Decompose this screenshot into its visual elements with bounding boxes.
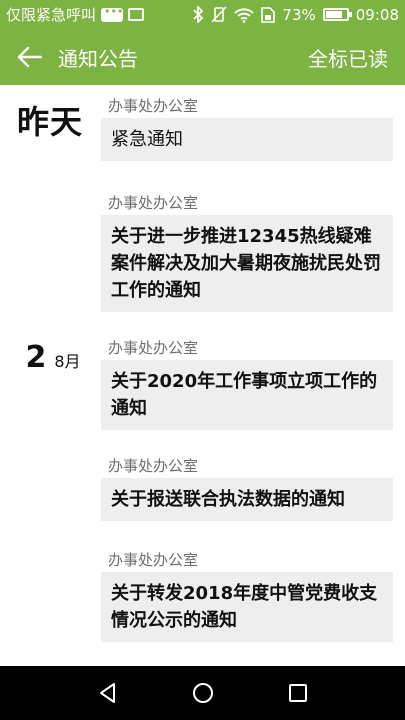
nav-back-button[interactable] — [88, 673, 128, 713]
back-button[interactable] — [0, 29, 58, 85]
group-label-date: 2 8月 — [0, 340, 100, 375]
notice-source: 办事处办公室 — [108, 194, 199, 212]
mark-all-read-button[interactable]: 全标已读 — [308, 43, 405, 72]
notice-source: 办事处办公室 — [108, 551, 199, 569]
list-item: 办事处办公室 紧急通知 — [101, 94, 393, 161]
vibrate-icon — [211, 6, 228, 23]
group-day: 2 — [25, 340, 47, 375]
status-time: 09:08 — [355, 5, 399, 24]
nav-recents-button[interactable] — [278, 673, 318, 713]
list-item: 办事处办公室 关于转发2018年度中管党费收支情况公示的通知 — [101, 548, 393, 642]
app-bar: 通知公告 全标已读 — [0, 29, 405, 85]
notice-card[interactable]: 关于进一步推进12345热线疑难案件解决及加大暑期夜施扰民处罚工作的通知 — [101, 215, 393, 312]
status-left: 仅限紧急呼叫 — [6, 4, 192, 25]
status-right: 73% 09:08 — [192, 6, 399, 24]
notice-card[interactable]: 关于转发2018年度中管党费收支情况公示的通知 — [101, 572, 393, 642]
notice-list[interactable]: 昨天 办事处办公室 紧急通知 办事处办公室 关于进一步推进12345热线疑难案件… — [0, 85, 405, 666]
group-label-yesterday: 昨天 — [16, 103, 83, 141]
wifi-icon — [234, 7, 255, 23]
nav-recents-icon — [288, 684, 307, 702]
bluetooth-icon — [192, 6, 204, 23]
battery-percent: 73% — [282, 5, 316, 24]
sim-icon — [261, 6, 276, 23]
image-icon — [128, 8, 145, 21]
notice-source: 办事处办公室 — [108, 457, 199, 475]
status-bar: 仅限紧急呼叫 73% 09:08 — [0, 0, 405, 29]
message-icon — [101, 5, 123, 22]
battery-fill — [325, 11, 342, 18]
group-month: 8月 — [54, 352, 81, 371]
list-item: 办事处办公室 关于进一步推进12345热线疑难案件解决及加大暑期夜施扰民处罚工作… — [101, 191, 393, 312]
nav-back-icon — [99, 683, 115, 703]
navigation-bar — [0, 666, 405, 720]
back-arrow-icon — [17, 46, 42, 68]
list-item: 办事处办公室 关于2020年工作事项立项工作的通知 — [101, 336, 393, 430]
notice-card[interactable]: 紧急通知 — [101, 118, 393, 161]
nav-home-button[interactable] — [183, 673, 223, 713]
notice-source: 办事处办公室 — [108, 97, 199, 115]
notice-card[interactable]: 关于报送联合执法数据的通知 — [101, 478, 393, 521]
notice-card[interactable]: 关于2020年工作事项立项工作的通知 — [101, 360, 393, 430]
page-title: 通知公告 — [58, 46, 138, 71]
notice-source: 办事处办公室 — [108, 339, 199, 357]
list-item: 办事处办公室 关于报送联合执法数据的通知 — [101, 454, 393, 521]
battery-icon — [322, 8, 352, 21]
carrier-text: 仅限紧急呼叫 — [6, 6, 97, 24]
nav-home-icon — [192, 683, 213, 703]
